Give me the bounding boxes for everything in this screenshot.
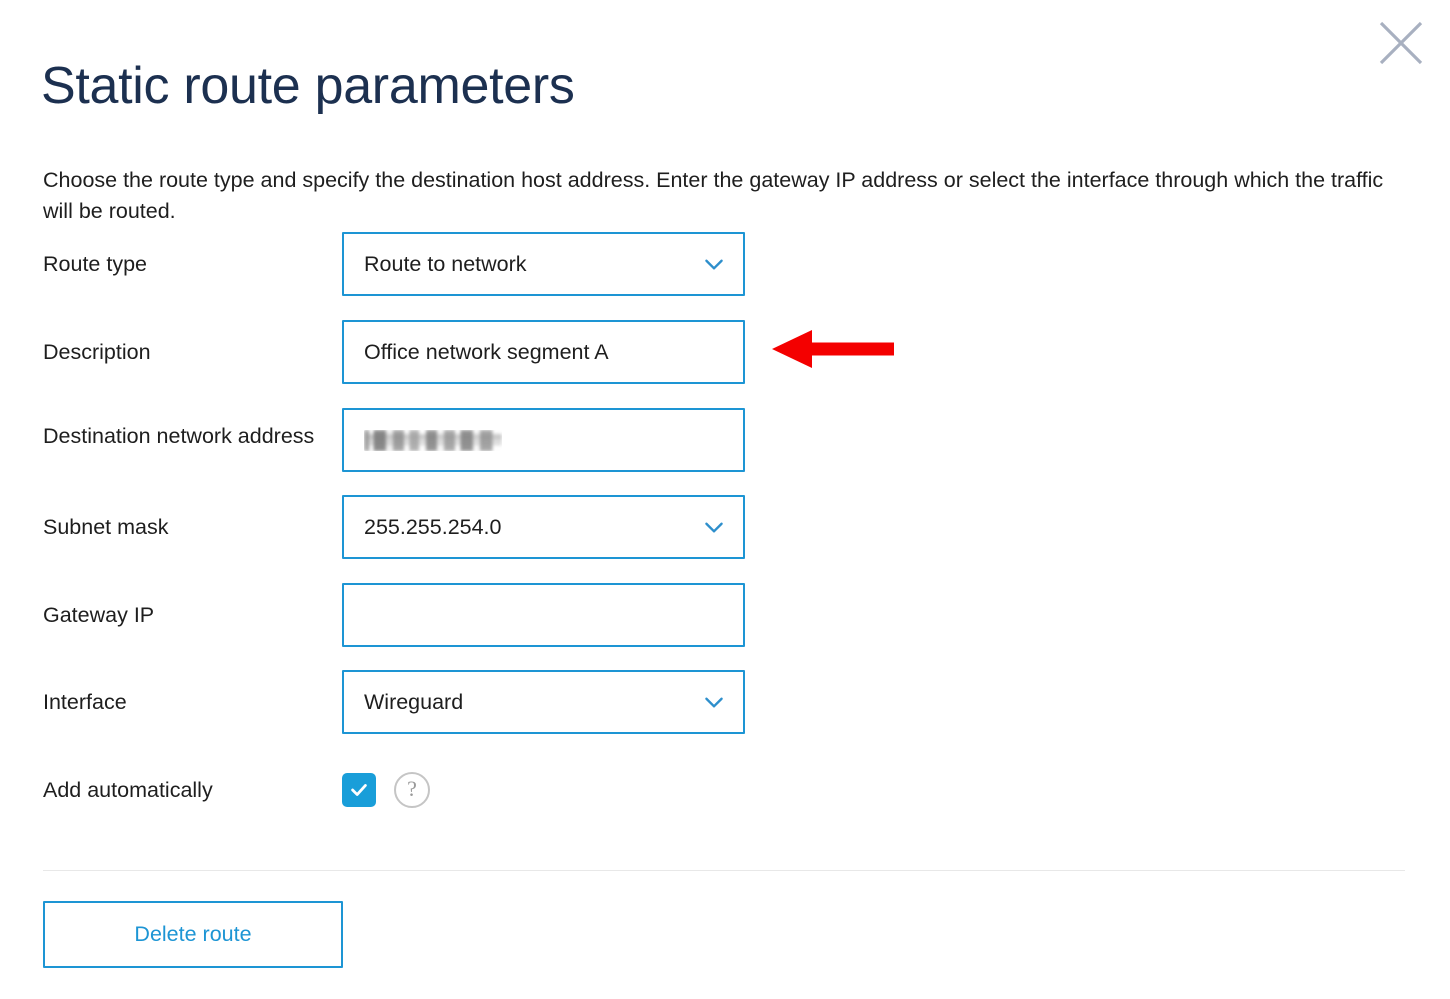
- label-route-type: Route type: [43, 252, 147, 276]
- label-interface: Interface: [43, 690, 127, 714]
- help-icon[interactable]: ?: [394, 772, 430, 808]
- label-description: Description: [43, 340, 151, 364]
- destination-network-address-input[interactable]: [342, 408, 745, 472]
- chevron-down-icon: [705, 522, 723, 533]
- check-icon: [351, 784, 367, 796]
- description-value: Office network segment A: [364, 339, 609, 364]
- interface-select[interactable]: Wireguard: [342, 670, 745, 734]
- close-icon[interactable]: [1374, 16, 1428, 70]
- label-gateway-ip: Gateway IP: [43, 603, 155, 627]
- chevron-down-icon: [705, 259, 723, 270]
- route-type-value: Route to network: [364, 251, 527, 276]
- close-x-glyph: [1379, 21, 1423, 65]
- red-arrow-annotation: [772, 330, 894, 368]
- interface-value: Wireguard: [364, 689, 464, 714]
- static-route-parameters-dialog: Static route parameters Choose the route…: [0, 0, 1450, 999]
- add-automatically-checkbox[interactable]: [342, 773, 376, 807]
- dialog-description: Choose the route type and specify the de…: [43, 167, 1384, 223]
- label-destination-network-address: Destination network address: [43, 424, 315, 448]
- subnet-mask-select[interactable]: 255.255.254.0: [342, 495, 745, 559]
- label-subnet-mask: Subnet mask: [43, 515, 169, 539]
- route-type-select[interactable]: Route to network: [342, 232, 745, 296]
- label-add-automatically: Add automatically: [43, 778, 213, 802]
- add-automatically-controls: ?: [342, 772, 430, 808]
- gateway-ip-input[interactable]: [342, 583, 745, 647]
- chevron-down-icon: [705, 697, 723, 708]
- description-input[interactable]: Office network segment A: [342, 320, 745, 384]
- subnet-mask-value: 255.255.254.0: [364, 514, 502, 539]
- redacted-value: [364, 430, 502, 451]
- footer-divider: [43, 870, 1405, 871]
- delete-route-button[interactable]: Delete route: [43, 901, 343, 968]
- page-title: Static route parameters: [41, 56, 575, 115]
